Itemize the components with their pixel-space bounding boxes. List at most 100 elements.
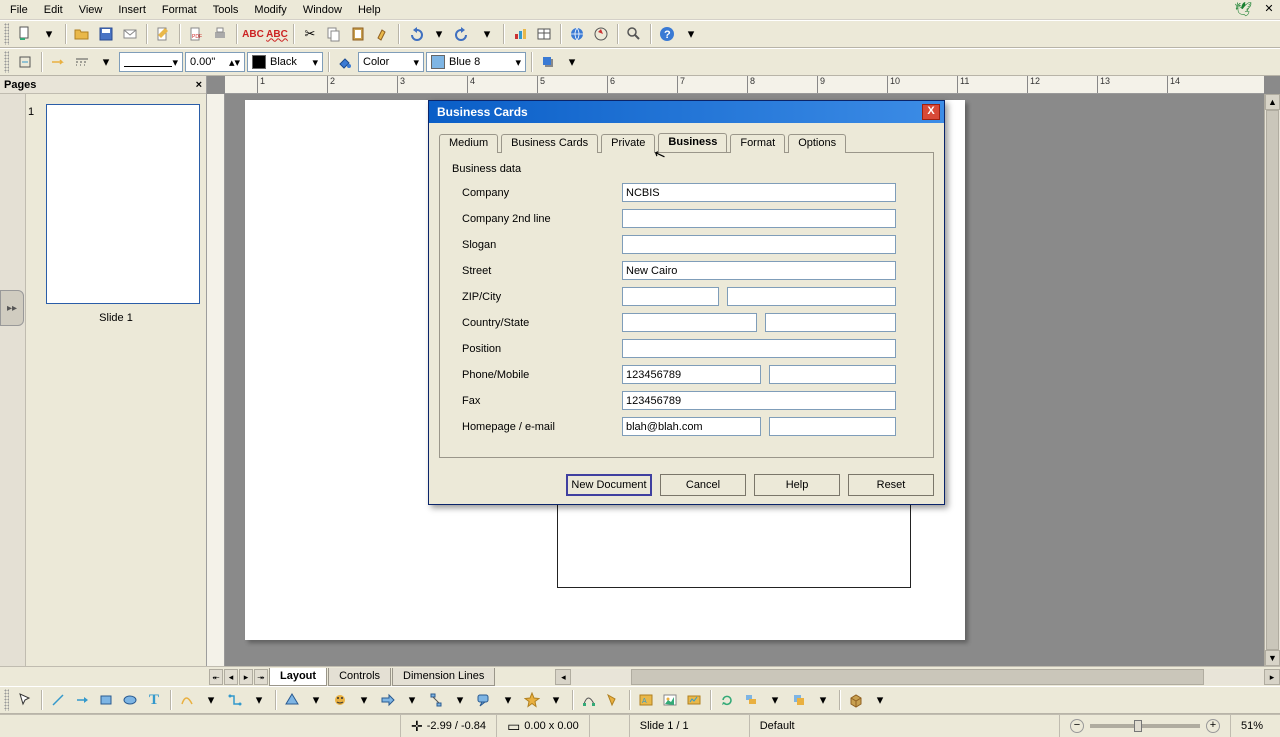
horizontal-ruler[interactable]: 123 456 789 101112 1314 [225,76,1264,94]
callout-icon[interactable] [473,689,495,711]
fax-field[interactable] [622,391,896,410]
scroll-thumb[interactable] [1266,110,1279,650]
curve-dropdown-icon[interactable]: ▾ [200,689,222,711]
arrow-style-icon[interactable] [14,51,36,73]
menu-tools[interactable]: Tools [205,2,247,18]
tab-private[interactable]: Private [601,134,655,153]
new-document-button[interactable]: New Document [566,474,652,496]
zip-field[interactable] [622,287,719,306]
rotate-icon[interactable] [716,689,738,711]
align-icon[interactable] [740,689,762,711]
export-pdf-icon[interactable]: PDF [185,23,207,45]
line-width-combo[interactable]: 0.00"▴▾ [185,52,245,72]
arrange-icon[interactable] [788,689,810,711]
tab-nav-next-icon[interactable]: ▸ [239,669,253,685]
curve-tool-icon[interactable] [176,689,198,711]
connector-tool-icon[interactable] [224,689,246,711]
zoom-in-icon[interactable]: + [1206,719,1220,733]
sheet-tab-dimension[interactable]: Dimension Lines [392,668,495,686]
reset-button[interactable]: Reset [848,474,934,496]
tab-format[interactable]: Format [730,134,785,153]
redo-dropdown-icon[interactable]: ▾ [476,23,498,45]
arrow-tool-icon[interactable] [71,689,93,711]
hscroll-right-icon[interactable]: ▸ [1264,669,1280,685]
tab-options[interactable]: Options [788,134,846,153]
line-style-combo[interactable]: ▾ [119,52,183,72]
align-dropdown-icon[interactable]: ▾ [764,689,786,711]
extrusion-icon[interactable] [845,689,867,711]
select-tool-icon[interactable] [14,689,36,711]
vertical-scrollbar[interactable]: ▲ ▼ [1264,94,1280,666]
city-field[interactable] [727,287,896,306]
connector-dropdown-icon[interactable]: ▾ [248,689,270,711]
tab-business-cards[interactable]: Business Cards [501,134,598,153]
toolbar-grip[interactable] [4,23,9,45]
status-zoom-value[interactable]: 51% [1230,715,1280,737]
mobile-field[interactable] [769,365,896,384]
menu-edit[interactable]: Edit [36,2,71,18]
shadow-icon[interactable] [537,51,559,73]
menu-insert[interactable]: Insert [110,2,154,18]
stars-dropdown[interactable]: ▾ [545,689,567,711]
new-document-icon[interactable] [14,23,36,45]
sheet-tab-controls[interactable]: Controls [328,668,391,686]
line-endings-icon[interactable] [47,51,69,73]
symbol-shapes-dropdown[interactable]: ▾ [353,689,375,711]
text-tool-icon[interactable]: T [143,689,165,711]
from-file-icon[interactable] [659,689,681,711]
block-arrows-dropdown[interactable]: ▾ [401,689,423,711]
hscroll-thumb[interactable] [631,669,1204,685]
gallery-icon[interactable] [683,689,705,711]
company-field[interactable] [622,183,896,202]
line-tool-icon[interactable] [47,689,69,711]
line-style-icon[interactable] [71,51,93,73]
zoom-icon[interactable] [623,23,645,45]
arrange-dropdown-icon[interactable]: ▾ [812,689,834,711]
flowchart-dropdown[interactable]: ▾ [449,689,471,711]
menu-modify[interactable]: Modify [246,2,294,18]
points-edit-icon[interactable] [578,689,600,711]
print-icon[interactable] [209,23,231,45]
tab-nav-prev-icon[interactable]: ◂ [224,669,238,685]
fill-mode-combo[interactable]: Color▾ [358,52,424,72]
gluepoints-icon[interactable] [602,689,624,711]
toolbar-overflow-icon[interactable]: ▾ [680,23,702,45]
zoom-slider[interactable] [1090,724,1200,728]
status-style[interactable]: Default [749,715,1059,737]
paste-icon[interactable] [347,23,369,45]
undo-icon[interactable] [404,23,426,45]
fill-color-combo[interactable]: Blue 8 ▾ [426,52,526,72]
basic-shapes-icon[interactable] [281,689,303,711]
position-field[interactable] [622,339,896,358]
auto-spellcheck-icon[interactable]: ABC [266,23,288,45]
country-field[interactable] [622,313,757,332]
dialog-close-icon[interactable]: X [922,104,940,120]
menu-view[interactable]: View [71,2,111,18]
basic-shapes-dropdown[interactable]: ▾ [305,689,327,711]
toolbar-grip[interactable] [4,689,9,711]
email-icon[interactable] [119,23,141,45]
block-arrows-icon[interactable] [377,689,399,711]
rectangle-tool-icon[interactable] [95,689,117,711]
tab-nav-first-icon[interactable]: ⯬ [209,669,223,685]
redo-icon[interactable] [452,23,474,45]
dialog-titlebar[interactable]: Business Cards X [429,101,944,123]
navigator-icon[interactable] [590,23,612,45]
flowchart-icon[interactable] [425,689,447,711]
hscroll-left-icon[interactable]: ◂ [555,669,571,685]
phone-field[interactable] [622,365,761,384]
format-paintbrush-icon[interactable] [371,23,393,45]
street-field[interactable] [622,261,896,280]
spellcheck-icon[interactable]: ABC [242,23,264,45]
tab-nav-last-icon[interactable]: ⯮ [254,669,268,685]
drawbar-overflow-icon[interactable]: ▾ [869,689,891,711]
menu-help[interactable]: Help [350,2,389,18]
help-button[interactable]: Help [754,474,840,496]
menu-file[interactable]: File [2,2,36,18]
callout-dropdown[interactable]: ▾ [497,689,519,711]
status-signature[interactable] [589,715,629,737]
window-close-icon[interactable]: ✕ [1260,2,1278,18]
line-color-combo[interactable]: Black ▾ [247,52,323,72]
cancel-button[interactable]: Cancel [660,474,746,496]
new-dropdown-icon[interactable]: ▾ [38,23,60,45]
